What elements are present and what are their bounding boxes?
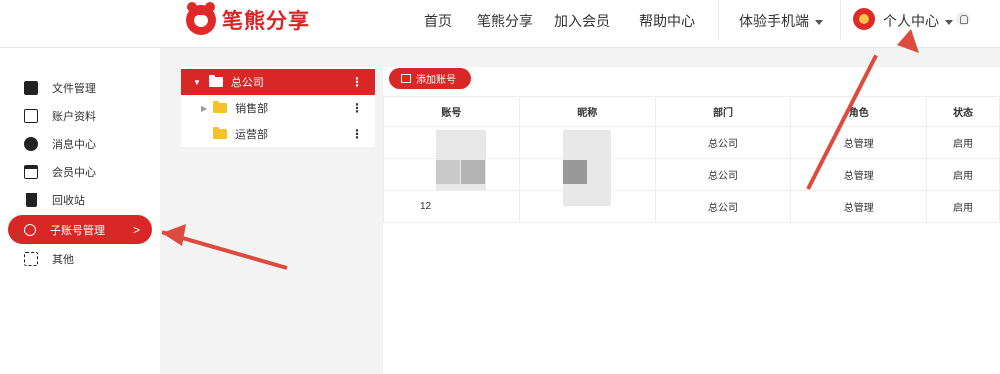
tree-node-operations[interactable]: 运营部 ⋮ <box>181 121 375 147</box>
bear-logo-icon <box>186 2 216 35</box>
folder-icon <box>213 127 227 139</box>
table-cell: 总管理 <box>790 190 928 223</box>
nav-membership[interactable]: 加入会员 <box>554 11 610 31</box>
table-header-row: 账号 昵称 部门 角色 状态 <box>383 96 1000 127</box>
org-icon <box>24 223 36 236</box>
redacted-block <box>461 160 485 184</box>
id-card-icon <box>24 108 38 123</box>
sidebar: 文件管理 账户资料 消息中心 会员中心 回收站 子账号管理 > 其他 <box>0 48 160 374</box>
tree-node-label: 销售部 <box>235 103 269 115</box>
nav-help[interactable]: 帮助中心 <box>639 11 695 31</box>
nav-divider <box>718 0 719 40</box>
sidebar-item-other[interactable]: 其他 <box>8 244 152 273</box>
more-menu-icon[interactable]: ⋮ <box>351 101 363 115</box>
table-cell: 总公司 <box>654 158 792 191</box>
chevron-down-icon <box>945 19 953 25</box>
arrowhead-icon <box>897 29 919 53</box>
message-icon <box>24 136 38 151</box>
nav-mobile-dropdown[interactable]: 体验手机端 <box>739 11 823 31</box>
more-menu-icon[interactable]: ⋮ <box>351 127 363 141</box>
sidebar-item-label: 消息中心 <box>52 138 96 151</box>
nav-mobile-label: 体验手机端 <box>739 13 809 29</box>
column-header[interactable]: 角色 <box>790 96 928 127</box>
sidebar-item-label: 子账号管理 <box>50 224 105 237</box>
top-navbar: 笔熊分享 首页 笔熊分享 加入会员 帮助中心 体验手机端 个人中心 <box>0 0 1000 48</box>
avatar[interactable] <box>853 8 875 30</box>
add-account-button[interactable]: 添加账号 <box>389 68 471 89</box>
tree-node-label: 总公司 <box>230 77 264 89</box>
table-row[interactable]: 12 总公司 总管理 启用 <box>383 190 1000 223</box>
tree-node-root[interactable]: ▼ 总公司 ⋮ <box>181 69 375 95</box>
sidebar-item-trash[interactable]: 回收站 <box>8 185 152 214</box>
tree-node-label: 运营部 <box>235 129 268 141</box>
nav-share[interactable]: 笔熊分享 <box>477 11 533 31</box>
tree-node-sales[interactable]: ▶ 销售部 ⋮ <box>181 95 375 121</box>
sidebar-item-membership[interactable]: 会员中心 <box>8 157 152 186</box>
table-cell: 总公司 <box>654 190 792 223</box>
column-header[interactable]: 昵称 <box>518 96 656 127</box>
caret-right-icon[interactable]: ▶ <box>201 104 207 113</box>
column-header[interactable]: 账号 <box>383 96 520 127</box>
department-tree: ▼ 总公司 ⋮ ▶ 销售部 ⋮ 运营部 ⋮ <box>181 67 375 147</box>
folder-icon <box>208 75 223 87</box>
nav-divider <box>840 0 841 40</box>
folder-icon <box>24 80 38 95</box>
column-header[interactable]: 部门 <box>654 96 792 127</box>
column-header[interactable]: 状态 <box>926 96 1000 127</box>
sidebar-item-label: 账户资料 <box>52 110 96 123</box>
folder-icon <box>213 101 228 113</box>
grid-icon <box>24 251 38 266</box>
sidebar-item-label: 文件管理 <box>52 82 96 95</box>
sidebar-item-label: 其他 <box>52 253 74 266</box>
table-cell: 启用 <box>926 190 1000 223</box>
table-cell: 总管理 <box>790 126 928 159</box>
sidebar-item-messages[interactable]: 消息中心 <box>8 129 152 158</box>
chevron-right-icon: > <box>132 222 140 237</box>
table-cell: 12 <box>383 190 520 223</box>
redacted-block <box>436 160 460 184</box>
table-cell: 启用 <box>926 126 1000 159</box>
sidebar-item-account[interactable]: 账户资料 <box>8 101 152 130</box>
edit-icon <box>401 74 411 83</box>
nav-home[interactable]: 首页 <box>424 11 452 31</box>
brand-name: 笔熊分享 <box>222 10 310 33</box>
sidebar-item-label: 回收站 <box>52 194 85 207</box>
redacted-block <box>563 160 587 184</box>
brand-logo[interactable]: 笔熊分享 <box>186 2 310 35</box>
table-cell: 启用 <box>926 158 1000 191</box>
bell-icon[interactable] <box>956 12 970 26</box>
add-account-label: 添加账号 <box>416 75 456 86</box>
trash-icon <box>26 192 37 207</box>
table-cell: 总公司 <box>654 126 792 159</box>
sidebar-item-files[interactable]: 文件管理 <box>8 73 152 102</box>
chevron-down-icon <box>815 19 823 25</box>
sidebar-item-label: 会员中心 <box>52 166 96 179</box>
arrowhead-icon <box>162 224 186 246</box>
caret-down-icon: ▼ <box>193 77 201 87</box>
sidebar-item-sub-accounts[interactable]: 子账号管理 > <box>8 215 152 244</box>
card-icon <box>24 164 38 179</box>
more-menu-icon[interactable]: ⋮ <box>351 75 363 89</box>
